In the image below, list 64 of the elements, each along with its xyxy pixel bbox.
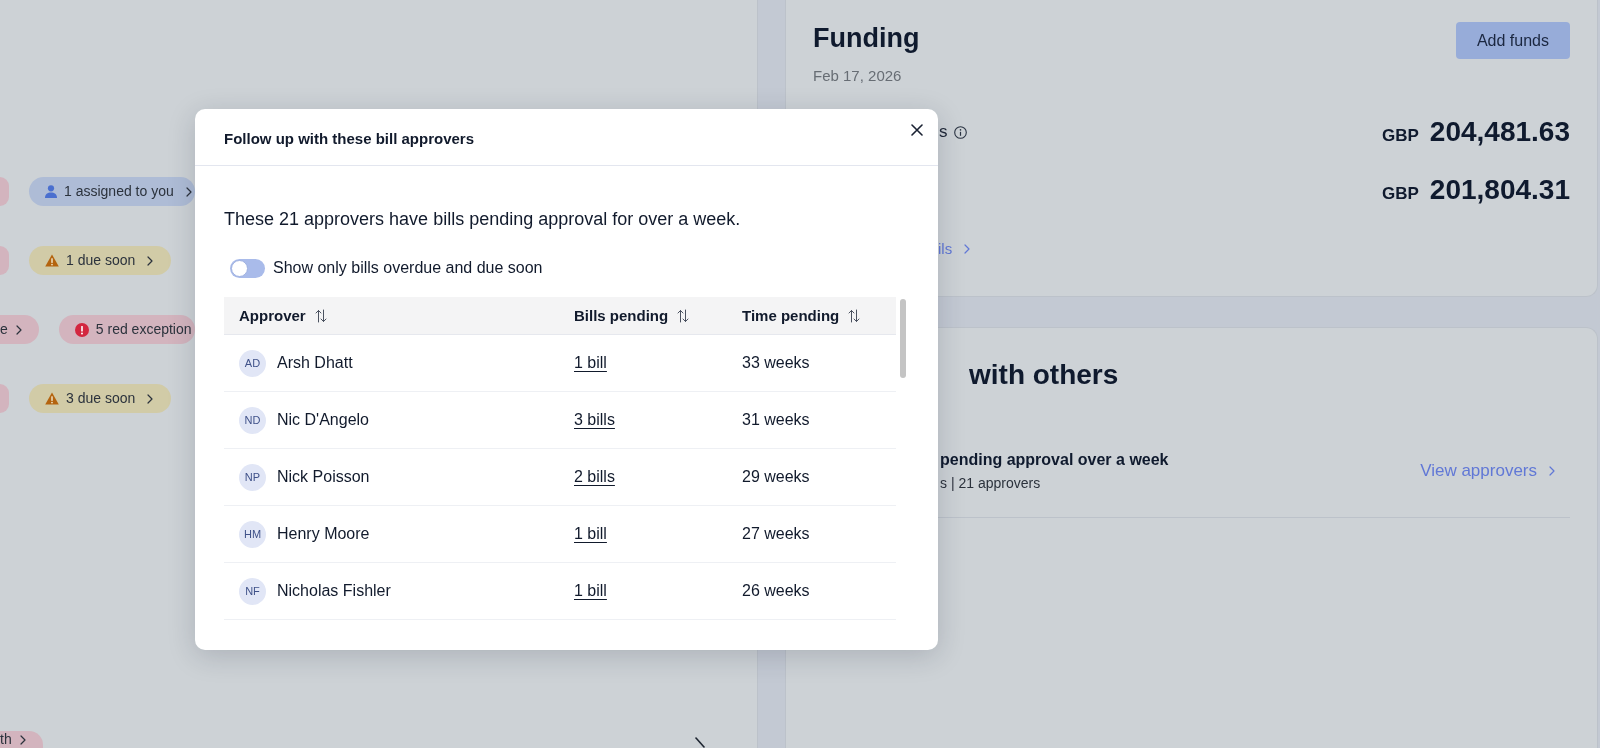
toggle-label: Show only bills overdue and due soon [273,258,543,278]
time-pending: 29 weeks [742,467,810,487]
status-tag[interactable]: 5 red exception [58,315,195,344]
status-tag[interactable]: 3 due soon [29,384,172,413]
balance-amount: 204,481.63 [1429,115,1570,149]
status-tag[interactable] [0,177,9,206]
approver-name: Nicholas Fishler [277,581,391,601]
card-title: Funding [813,22,920,55]
chevron-right-icon [964,244,971,254]
avatar: HM [239,520,266,548]
warning-icon [45,254,59,267]
bills-link[interactable]: 1 bill [574,524,607,544]
sort-icon [848,308,861,323]
warning-icon [45,392,59,405]
modal-description: These 21 approvers have bills pending approval for over a week. [224,208,741,231]
avatar: NP [239,463,266,491]
person-icon [45,185,57,198]
time-pending: 26 weeks [742,581,810,601]
avatar: ND [239,406,266,434]
add-funds-button[interactable]: Add funds [1455,22,1570,59]
bills-link[interactable]: 1 bill [574,581,607,601]
bills-link[interactable]: 3 bills [574,410,615,430]
approver-name: Nick Poisson [277,467,370,487]
error-icon [74,322,89,337]
sort-icon [314,308,327,323]
time-pending: 33 weeks [742,353,810,373]
sort-icon [677,308,690,323]
column-header[interactable]: Bills pending [574,305,690,326]
chevron-right-icon [19,734,26,745]
chevron-right-icon [147,255,154,266]
bills-link[interactable]: 2 bills [574,467,615,487]
approver-name: Henry Moore [277,524,370,544]
card-date: Feb 17, 2026 [813,66,903,86]
item-title: pending approval over a week [940,450,1169,470]
time-pending: 27 weeks [742,524,810,544]
chevron-right-icon [185,186,192,197]
status-tag[interactable]: 1 due soon [29,246,172,275]
approver-name: Arsh Dhatt [277,353,353,373]
column-header[interactable]: Time pending [742,305,861,326]
status-tag[interactable] [0,384,9,413]
card-title: with others [969,358,1119,392]
chevron-right-icon [15,324,22,335]
avatar: AD [239,349,266,377]
close-icon [911,124,923,136]
status-tag[interactable] [0,246,9,275]
chevron-right-icon [695,737,705,748]
time-pending: 31 weeks [742,410,810,430]
avatar: NF [239,577,266,605]
item-subtitle: s | 21 approvers [940,474,1041,492]
chevron-right-icon [147,393,154,404]
modal-title: Follow up with these bill approvers [224,129,475,149]
toggle-switch[interactable] [230,258,265,278]
scrollbar[interactable] [900,299,906,378]
balance-label: s [939,121,948,143]
chevron-right-icon [1549,466,1555,476]
currency-code: GBP [1382,125,1419,147]
approver-name: Nic D'Angelo [277,410,369,430]
bills-link[interactable]: 1 bill [574,353,607,373]
status-tag[interactable]: 1 assigned to you [29,177,195,206]
status-tag[interactable]: th [0,731,43,748]
balance-amount: 201,804.31 [1429,173,1570,207]
currency-code: GBP [1382,183,1419,205]
column-header[interactable]: Approver [239,305,327,326]
status-tag[interactable]: e [0,315,39,344]
